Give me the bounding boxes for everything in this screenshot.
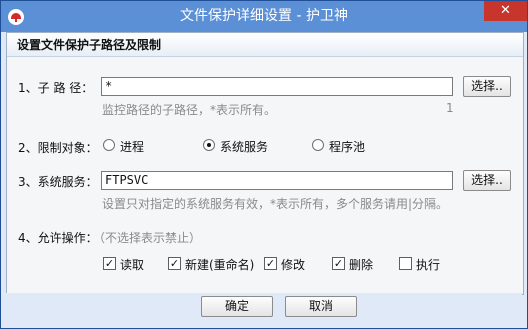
checkbox-modify-label[interactable]: 修改 [281,256,305,273]
checkbox-delete-label[interactable]: 删除 [349,256,373,273]
checkbox-execute-label[interactable]: 执行 [416,256,440,273]
cancel-button[interactable]: 取消 [285,296,357,317]
subpath-browse-button[interactable]: 选择.. [463,76,511,97]
subpath-hint: 监控路径的子路径，*表示所有。 [102,103,277,117]
dialog-footer: 确定 取消 [6,293,522,327]
checkbox-read-label[interactable]: 读取 [120,256,144,273]
radio-process[interactable] [103,139,115,151]
radio-system-service[interactable] [203,139,215,151]
checkbox-create[interactable]: ✓ [168,257,181,270]
checkbox-create-label[interactable]: 新建(重命名) [185,256,254,273]
window-title: 文件保护详细设置 - 护卫神 [180,8,348,24]
title-bar[interactable]: 文件保护详细设置 - 护卫神 ✕ [1,1,527,32]
ok-button[interactable]: 确定 [201,296,273,317]
checkbox-read[interactable]: ✓ [103,257,116,270]
checkbox-modify[interactable]: ✓ [264,257,277,270]
radio-app-pool[interactable] [312,139,324,151]
service-hint: 设置只对指定的系统服务有效，*表示所有，多个服务请用|分隔。 [102,197,449,211]
subpath-count: 1 [446,101,454,115]
radio-system-service-label[interactable]: 系统服务 [220,138,268,155]
close-button[interactable]: ✕ [484,1,527,21]
checkbox-execute[interactable] [399,257,412,270]
checkbox-delete[interactable]: ✓ [332,257,345,270]
settings-panel: 设置文件保护子路径及限制 1、子 路 径： * 选择.. 监控路径的子路径，*表… [6,32,524,295]
operations-note: （不选择表示禁止） [93,231,202,245]
subpath-label: 1、子 路 径： [18,81,94,95]
dialog-window: 文件保护详细设置 - 护卫神 ✕ 设置文件保护子路径及限制 1、子 路 径： *… [0,0,528,329]
operations-label: 4、允许操作： [18,231,98,245]
section-title: 设置文件保护子路径及限制 [7,33,523,57]
service-browse-button[interactable]: 选择.. [463,170,511,191]
service-label: 3、系统服务： [18,175,98,189]
subpath-input[interactable]: * [101,77,453,96]
service-input[interactable]: FTPSVC [101,171,453,190]
radio-process-label[interactable]: 进程 [120,138,144,155]
limit-label: 2、限制对象： [18,141,98,155]
radio-app-pool-label[interactable]: 程序池 [329,138,365,155]
